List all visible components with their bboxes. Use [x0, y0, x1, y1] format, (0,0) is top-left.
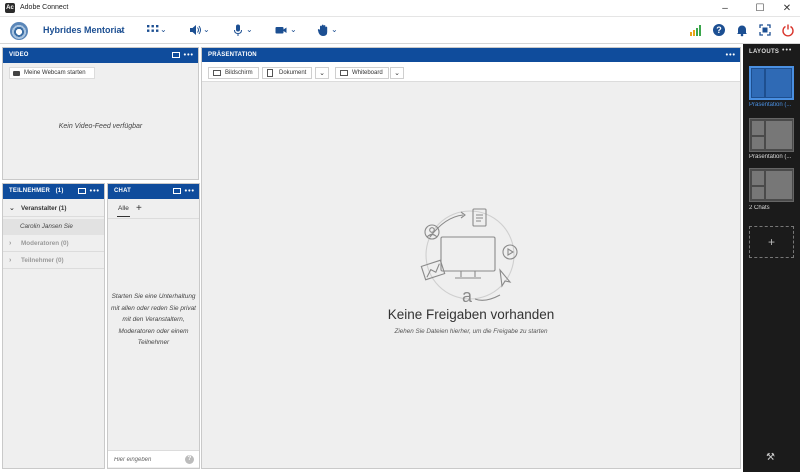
chat-tabs-divider: [108, 218, 199, 219]
share-whiteboard-label: Whiteboard: [352, 70, 383, 76]
maximize-button[interactable]: ☐: [745, 0, 775, 17]
monitor-icon: [213, 70, 221, 76]
video-pod-title: VIDEO: [9, 52, 29, 58]
close-window-button[interactable]: ✕: [772, 0, 800, 17]
attendee-group-label: Veranstalter (1): [21, 205, 67, 212]
maximize-pod-icon[interactable]: [77, 188, 86, 195]
layout-thumbnail-presentation-2[interactable]: [749, 118, 794, 152]
share-illustration-icon: a: [420, 208, 518, 305]
layout-thumbnail-2-chats[interactable]: [749, 168, 794, 202]
layout-thumbnail-presentation-1[interactable]: [749, 66, 794, 100]
window-title: Adobe Connect: [20, 4, 69, 11]
power-icon[interactable]: [781, 23, 795, 37]
attendees-count: (1): [55, 188, 64, 194]
chat-pod-header: CHAT •••: [108, 184, 199, 199]
chevron-down-icon[interactable]: ⌄: [203, 25, 210, 34]
help-icon[interactable]: ?: [712, 23, 726, 37]
layout-label: Präsentation (...: [749, 154, 792, 160]
whiteboard-icon: [340, 70, 348, 76]
attendee-group-presenters[interactable]: › Moderatoren (0): [3, 236, 104, 252]
svg-text:a: a: [462, 286, 473, 305]
share-document-button[interactable]: Dokument: [262, 67, 313, 79]
chat-pod-title: CHAT: [114, 188, 132, 194]
apps-grid-icon[interactable]: [146, 23, 160, 37]
layout-label: 2 Chats: [749, 205, 770, 211]
fullscreen-icon[interactable]: [758, 23, 772, 37]
document-dropdown-button[interactable]: ⌄: [315, 67, 329, 79]
app-icon: Ac: [5, 3, 15, 13]
meeting-title-menu[interactable]: Hybrides Mentoriat: [43, 25, 125, 35]
maximize-pod-icon[interactable]: [171, 52, 180, 59]
webcam-icon: [13, 71, 20, 76]
add-chat-tab-button[interactable]: +: [136, 203, 142, 214]
add-layout-button[interactable]: +: [749, 226, 794, 258]
chevron-down-icon[interactable]: ⌄: [331, 25, 338, 34]
title-bar: Ac Adobe Connect – ☐ ✕: [0, 0, 800, 17]
notifications-bell-icon[interactable]: [735, 23, 749, 37]
connection-strength-icon[interactable]: [689, 23, 703, 37]
presentation-pod-title: PRÄSENTATION: [208, 52, 257, 58]
chat-input-bar: ?: [108, 450, 199, 467]
share-toolbar: Bildschirm Dokument ⌄ Whiteboard ⌄: [202, 62, 740, 82]
layout-label: Präsentation (...: [749, 102, 792, 108]
svg-text:?: ?: [716, 25, 722, 35]
attendee-group-participants[interactable]: › Teilnehmer (0): [3, 253, 104, 269]
share-screen-label: Bildschirm: [225, 70, 253, 76]
connect-logo-icon: [10, 22, 28, 40]
chevron-down-icon: ⌄: [9, 205, 15, 212]
more-options-icon[interactable]: •••: [184, 52, 194, 59]
attendee-group-hosts[interactable]: ⌄ Veranstalter (1): [3, 201, 104, 217]
share-screen-button[interactable]: Bildschirm: [208, 67, 259, 79]
attendees-pod-header: TEILNEHMER (1) •••: [3, 184, 104, 199]
chevron-right-icon: ›: [9, 240, 12, 247]
attendee-group-label: Moderatoren (0): [21, 240, 69, 247]
chat-empty-text: Starten Sie eine Unterhaltung mit allen …: [111, 293, 196, 346]
chevron-right-icon: ›: [9, 257, 12, 264]
more-options-icon[interactable]: •••: [185, 188, 195, 195]
chat-help-icon[interactable]: ?: [185, 455, 194, 464]
no-shares-title: Keine Freigaben vorhanden: [387, 307, 555, 322]
chevron-down-icon[interactable]: ⌄: [290, 25, 297, 34]
more-options-icon[interactable]: •••: [782, 47, 792, 54]
whiteboard-dropdown-button[interactable]: ⌄: [390, 67, 404, 79]
more-options-icon[interactable]: •••: [90, 188, 100, 195]
document-icon: [267, 69, 273, 77]
chat-tab-all[interactable]: Alle: [118, 205, 129, 212]
camera-icon[interactable]: [274, 23, 288, 37]
active-tab-indicator: [117, 216, 130, 217]
attendee-group-label: Teilnehmer (0): [21, 257, 64, 264]
start-webcam-label: Meine Webcam starten: [24, 70, 86, 76]
video-pod-body: [3, 63, 198, 179]
layouts-panel: [743, 44, 800, 472]
attendees-pod-title: TEILNEHMER: [9, 188, 50, 194]
share-document-label: Dokument: [279, 70, 307, 76]
attendee-row[interactable]: Carolin Jansen Sie: [3, 219, 104, 235]
no-video-feed-text: Kein Video-Feed verfügbar: [58, 123, 143, 130]
speaker-icon[interactable]: [188, 23, 202, 37]
tools-icon[interactable]: ⚒: [766, 452, 775, 463]
chevron-down-icon[interactable]: ⌄: [118, 25, 125, 34]
maximize-pod-icon[interactable]: [172, 188, 181, 195]
meeting-toolbar: Hybrides Mentoriat ⌄ ⌄ ⌄ ⌄ ⌄ ⌄ ?: [0, 17, 800, 44]
microphone-icon[interactable]: [231, 23, 245, 37]
chevron-down-icon[interactable]: ⌄: [160, 25, 167, 34]
chevron-down-icon[interactable]: ⌄: [246, 25, 253, 34]
no-shares-subtitle: Ziehen Sie Dateien hierher, um die Freig…: [394, 328, 548, 335]
minimize-button[interactable]: –: [710, 0, 740, 17]
share-whiteboard-button[interactable]: Whiteboard: [335, 67, 389, 79]
video-pod-header: VIDEO •••: [3, 48, 198, 63]
start-webcam-button[interactable]: Meine Webcam starten: [9, 67, 95, 79]
more-options-icon[interactable]: •••: [726, 52, 736, 59]
chat-message-input[interactable]: [114, 454, 180, 465]
raise-hand-icon[interactable]: [316, 23, 330, 37]
layouts-title: LAYOUTS: [749, 49, 780, 55]
presentation-pod-header: PRÄSENTATION •••: [202, 48, 740, 63]
